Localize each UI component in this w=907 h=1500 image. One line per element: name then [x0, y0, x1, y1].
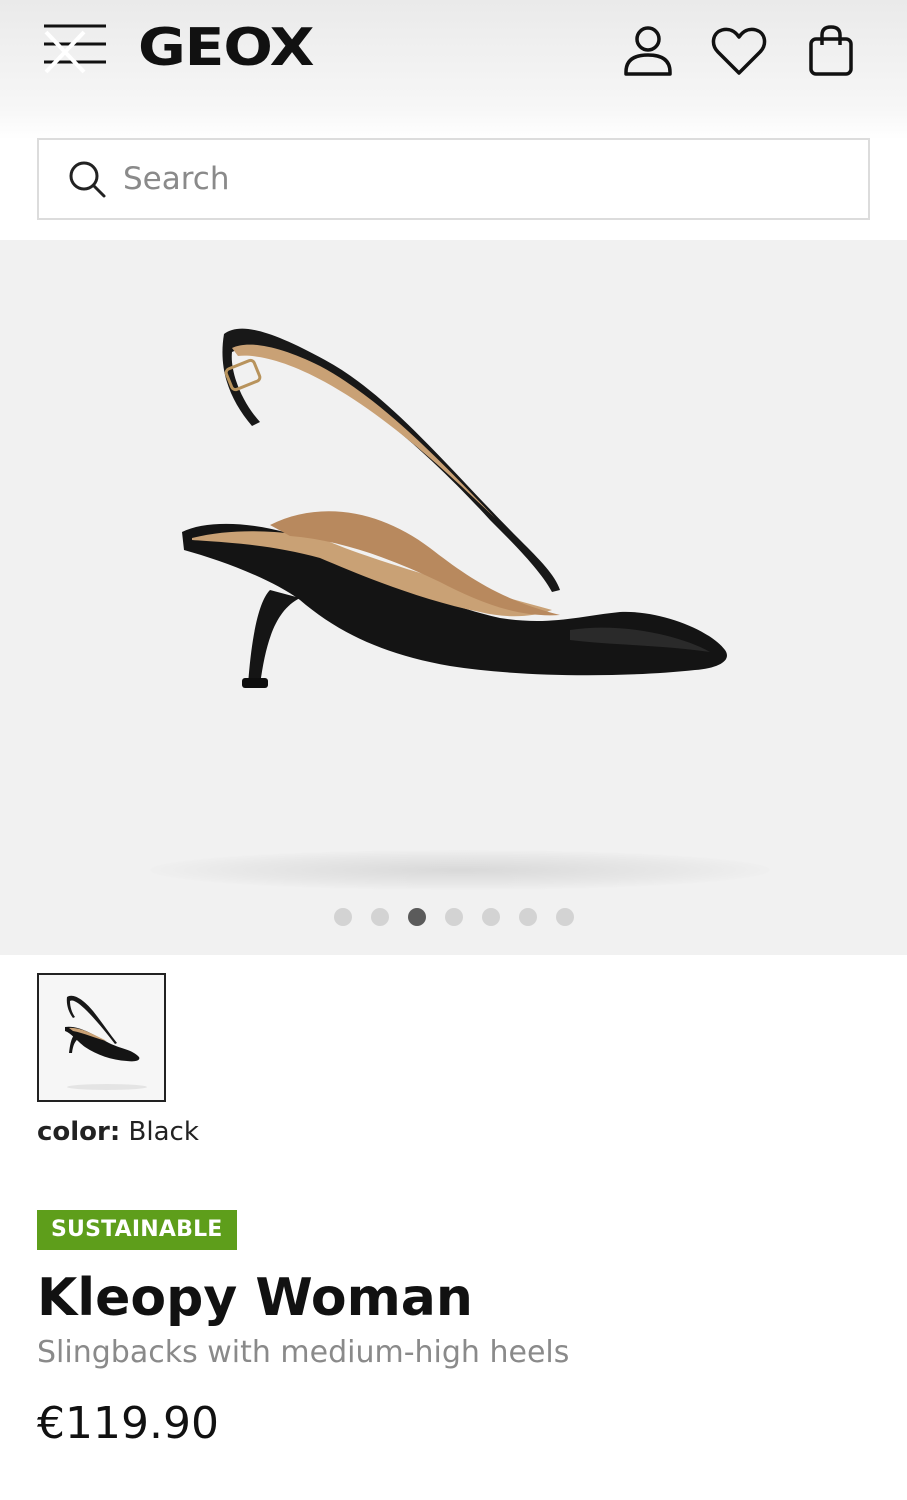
wishlist-heart-icon: [711, 27, 767, 75]
product-title: Kleopy Woman: [37, 1268, 473, 1328]
account-icon: [624, 26, 672, 76]
top-header: GEOX: [0, 0, 907, 240]
product-price: €119.90: [37, 1398, 219, 1449]
brand-name: GEOX: [138, 18, 315, 78]
gallery-dot[interactable]: [370, 908, 389, 926]
wishlist-button[interactable]: [710, 22, 768, 80]
account-button[interactable]: [619, 22, 677, 80]
gallery-pagination: [0, 908, 907, 928]
menu-icon: [44, 24, 106, 74]
gallery-dot[interactable]: [407, 908, 426, 926]
menu-button[interactable]: [40, 20, 110, 76]
search-icon: [69, 161, 106, 198]
gallery-dot[interactable]: [444, 908, 463, 926]
cart-button[interactable]: [802, 22, 860, 80]
gallery-dot[interactable]: [555, 908, 574, 926]
product-image[interactable]: [120, 300, 800, 720]
product-thumbnail-image: [39, 975, 164, 1100]
product-floor-shadow: [150, 850, 770, 890]
product-description: Slingbacks with medium-high heels: [37, 1335, 570, 1370]
sustainable-badge: SUSTAINABLE: [37, 1210, 237, 1250]
color-swatch-thumbnail[interactable]: [37, 973, 166, 1102]
color-label: color:: [37, 1117, 121, 1147]
gallery-dot[interactable]: [518, 908, 537, 926]
brand-logo[interactable]: GEOX: [138, 18, 315, 78]
color-value: Black: [128, 1117, 199, 1147]
selected-color: color: Black: [37, 1117, 199, 1147]
gallery-dot[interactable]: [481, 908, 500, 926]
search-bar[interactable]: [37, 138, 870, 220]
product-gallery[interactable]: [0, 240, 907, 955]
shopping-bag-icon: [809, 25, 853, 76]
search-input[interactable]: [123, 161, 823, 197]
gallery-dot[interactable]: [333, 908, 352, 926]
